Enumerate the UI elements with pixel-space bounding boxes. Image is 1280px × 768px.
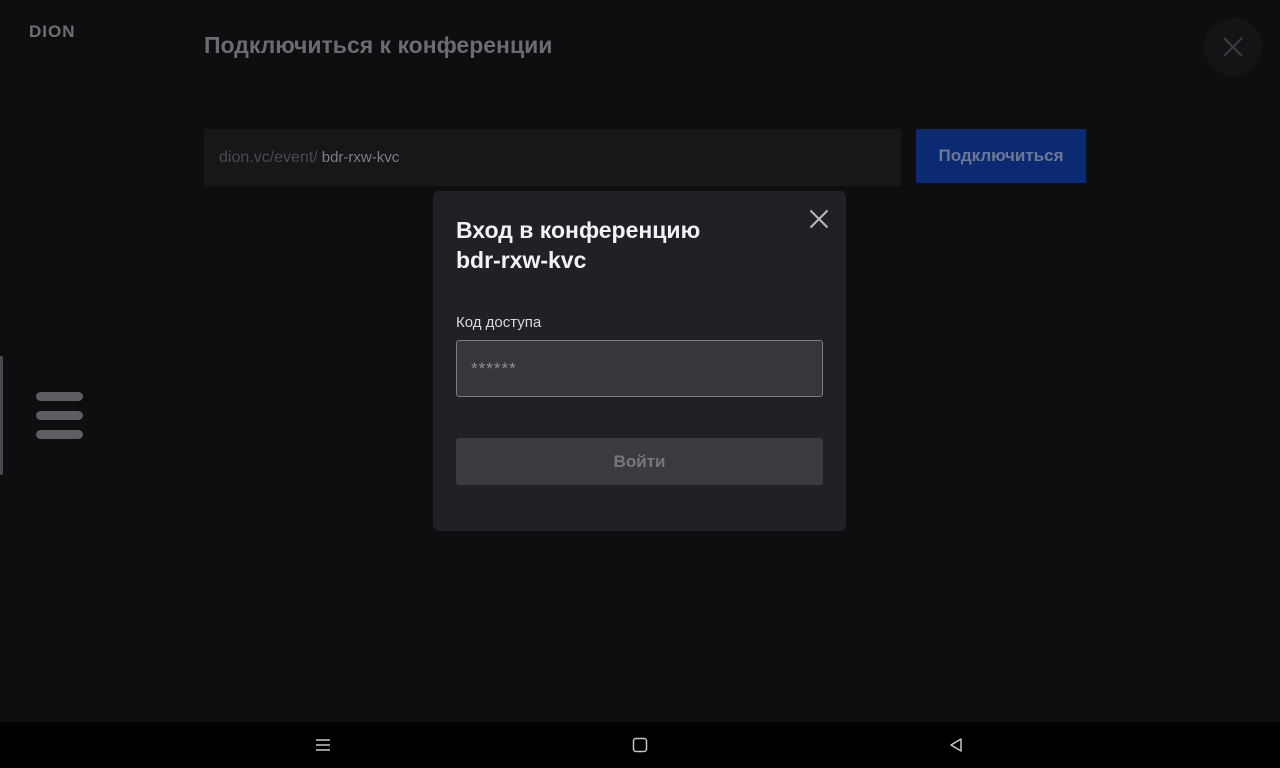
system-navigation-bar xyxy=(0,722,1280,768)
dialog-close-button[interactable] xyxy=(807,207,831,231)
nav-recents-button[interactable] xyxy=(310,732,336,758)
hamburger-icon[interactable] xyxy=(36,392,83,440)
enter-button[interactable]: Войти xyxy=(456,438,823,485)
dialog-title-code: bdr-rxw-kvc xyxy=(456,247,587,273)
access-code-label: Код доступа xyxy=(456,314,542,331)
back-icon xyxy=(950,738,962,752)
conference-url-field[interactable]: dion.vc/event/ bdr-rxw-kvc xyxy=(204,129,901,186)
nav-back-button[interactable] xyxy=(943,732,969,758)
access-code-input[interactable] xyxy=(456,340,823,397)
connect-button[interactable]: Подключиться xyxy=(916,129,1086,183)
close-icon xyxy=(809,209,829,229)
page-close-button[interactable] xyxy=(1204,18,1262,76)
dion-logo: DION xyxy=(29,22,76,41)
dialog-title-line1: Вход в конференцию xyxy=(456,217,701,243)
side-drawer-handle[interactable] xyxy=(0,356,3,475)
url-prefix: dion.vc/event/ xyxy=(219,148,318,166)
url-code: bdr-rxw-kvc xyxy=(321,149,400,166)
close-icon xyxy=(1223,37,1243,57)
recents-icon xyxy=(316,739,330,751)
home-icon xyxy=(632,737,648,753)
join-conference-dialog: Вход в конференцию bdr-rxw-kvc Код досту… xyxy=(433,191,846,531)
app-window: DION Подключиться к конференции dion.vc/… xyxy=(0,0,1280,722)
nav-home-button[interactable] xyxy=(627,732,653,758)
dialog-title: Вход в конференцию bdr-rxw-kvc xyxy=(456,215,786,275)
page-title: Подключиться к конференции xyxy=(204,32,553,58)
